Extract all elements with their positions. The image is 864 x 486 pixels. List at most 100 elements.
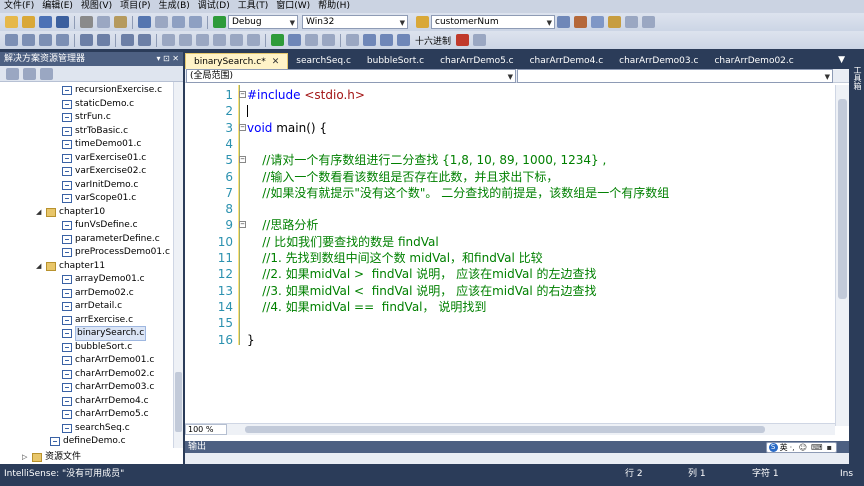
ime-toolbar[interactable]: S 英 ·, ☺ ⌨ ▪ [765,442,837,453]
break-all-icon[interactable] [288,34,301,46]
tab-document[interactable]: searchSeq.c [288,53,359,69]
tree-file[interactable]: charArrDemo4.c [62,395,149,408]
code-line[interactable]: 8 [185,201,825,217]
redo-icon[interactable] [155,16,168,28]
menu-item[interactable]: 窗口(W) [272,0,314,13]
tree-file[interactable]: recursionExercise.c [62,84,162,97]
menu-item[interactable]: 帮助(H) [314,0,354,13]
hex-display-button[interactable]: 十六进制 [415,34,451,47]
find-input[interactable]: customerNum ▼ [431,15,555,29]
stop-debugging-icon[interactable] [305,34,318,46]
menu-item[interactable]: 编辑(E) [38,0,77,13]
save-all-icon[interactable] [56,16,69,28]
tree-file[interactable]: charArrDemo03.c [62,381,154,394]
menu-item[interactable]: 文件(F) [0,0,38,13]
clear-bookmarks-icon[interactable] [213,34,226,46]
properties-icon[interactable] [574,16,587,28]
menu-item[interactable]: 工具(T) [234,0,273,13]
new-project-icon[interactable] [5,16,18,28]
menu-item[interactable]: 项目(P) [116,0,154,13]
tree-folder[interactable]: ◢ chapter11 [36,260,105,273]
code-line[interactable]: 11 //1. 先找到数组中间这个数 midVal，和findVal 比较 [185,250,825,266]
editor-vertical-scrollbar[interactable] [835,85,849,426]
ime-language-toggle[interactable]: 英 [780,442,788,453]
tree-file[interactable]: charArrDemo02.c [62,368,154,381]
code-line[interactable]: 9− //思路分析 [185,217,825,233]
tree-node-resource-files[interactable]: ▷ 资源文件 [0,450,183,464]
find-in-files-icon[interactable] [416,16,429,28]
tree-file[interactable]: parameterDefine.c [62,233,160,246]
code-line[interactable]: 10 // 比如我们要查找的数是 findVal [185,234,825,250]
tree-file[interactable]: timeDemo01.c [62,138,141,151]
tree-file[interactable]: varScope01.c [62,192,136,205]
tree-file[interactable]: varInitDemo.c [62,179,138,192]
step-over-icon[interactable] [380,34,393,46]
breakpoints-window-icon[interactable] [456,34,470,46]
continue-icon[interactable] [271,34,284,46]
cut-icon[interactable] [80,16,93,28]
code-line[interactable]: 13 //3. 如果midVal < findVal 说明， 应该在midVal… [185,283,825,299]
tree-file[interactable]: searchSeq.c [62,422,130,435]
navigate-forward-icon[interactable] [189,16,202,28]
editor-horizontal-scrollbar[interactable]: 100 % [185,423,835,435]
tree-file[interactable]: strFun.c [62,111,111,124]
toolbar-options-icon[interactable] [642,16,655,28]
word-complete-icon[interactable] [39,34,52,46]
bookmark-folder-icon[interactable] [230,34,243,46]
tree-file[interactable]: arrExercise.c [62,314,133,327]
copy-icon[interactable] [97,16,110,28]
toolbox-tab[interactable]: 工具箱 [852,66,863,90]
tree-folder[interactable]: ◢ chapter10 [36,206,105,219]
fold-toggle-icon[interactable]: − [239,221,246,229]
toolbar-options-icon[interactable] [247,34,260,46]
tree-file[interactable]: strToBasic.c [62,125,128,138]
step-out-icon[interactable] [397,34,410,46]
zoom-select[interactable]: 100 % [185,424,227,435]
open-file-icon[interactable] [22,16,35,28]
fold-toggle-icon[interactable]: − [239,123,246,131]
tab-list-dropdown-icon[interactable]: ▼ [838,55,845,65]
object-browser-icon[interactable] [591,16,604,28]
tree-file[interactable]: funVsDefine.c [62,219,138,232]
code-line[interactable]: 16} [185,332,825,348]
show-all-files-icon[interactable] [23,67,36,80]
parameter-info-icon[interactable] [22,34,35,46]
tab-document[interactable]: charArrDemo02.c [706,53,801,69]
tab-document[interactable]: charArrDemo5.c [432,53,522,69]
next-bookmark-icon[interactable] [196,34,209,46]
code-line[interactable]: 15 [185,315,825,331]
fold-toggle-icon[interactable]: − [239,91,246,98]
code-line[interactable]: 6 //输入一个数看看该数组是否存在此数，并且求出下标， [185,169,825,185]
tree-file[interactable]: arrDetail.c [62,300,122,313]
fold-toggle-icon[interactable]: − [239,156,246,164]
tab-document[interactable]: binarySearch.c* ✕ [185,53,289,69]
restart-icon[interactable] [322,34,335,46]
code-line[interactable]: 1− #include <stdio.h> [185,87,825,103]
expand-icon[interactable]: ▷ [22,451,30,464]
list-members-icon[interactable] [56,34,69,46]
code-line[interactable]: 7 //如果没有就提示"没有这个数"。 二分查找的前提是，该数组是一个有序数组 [185,185,825,201]
tree-file[interactable]: preProcessDemo01.c [62,246,170,259]
menu-item[interactable]: 生成(B) [155,0,194,13]
navigate-back-icon[interactable] [172,16,185,28]
tree-file[interactable]: binarySearch.c [62,326,147,341]
tree-file[interactable]: charArrDemo01.c [62,354,154,367]
bookmark-icon[interactable] [162,34,175,46]
close-icon[interactable]: ✕ [272,57,280,67]
refresh-icon[interactable] [40,67,53,80]
solution-config-select[interactable]: Debug ▼ [228,15,298,29]
ime-punctuation-icon[interactable]: ·, [790,443,795,452]
tree-file[interactable]: charArrDemo5.c [62,408,149,421]
tree-file[interactable]: bubbleSort.c [62,341,132,354]
tree-file[interactable]: varExercise02.c [62,165,146,178]
ime-menu-icon[interactable]: ▪ [827,443,832,452]
tab-document[interactable]: bubbleSort.c [359,53,432,69]
tree-file[interactable]: defineDemo.c [50,435,126,448]
scope-select[interactable]: (全局范围) ▼ [186,68,516,83]
save-icon[interactable] [39,16,52,28]
tree-scrollbar[interactable] [173,82,183,448]
scroll-thumb[interactable] [175,372,182,432]
increase-indent-icon[interactable] [97,34,110,46]
tree-file[interactable]: arrayDemo01.c [62,273,145,286]
decrease-indent-icon[interactable] [80,34,93,46]
